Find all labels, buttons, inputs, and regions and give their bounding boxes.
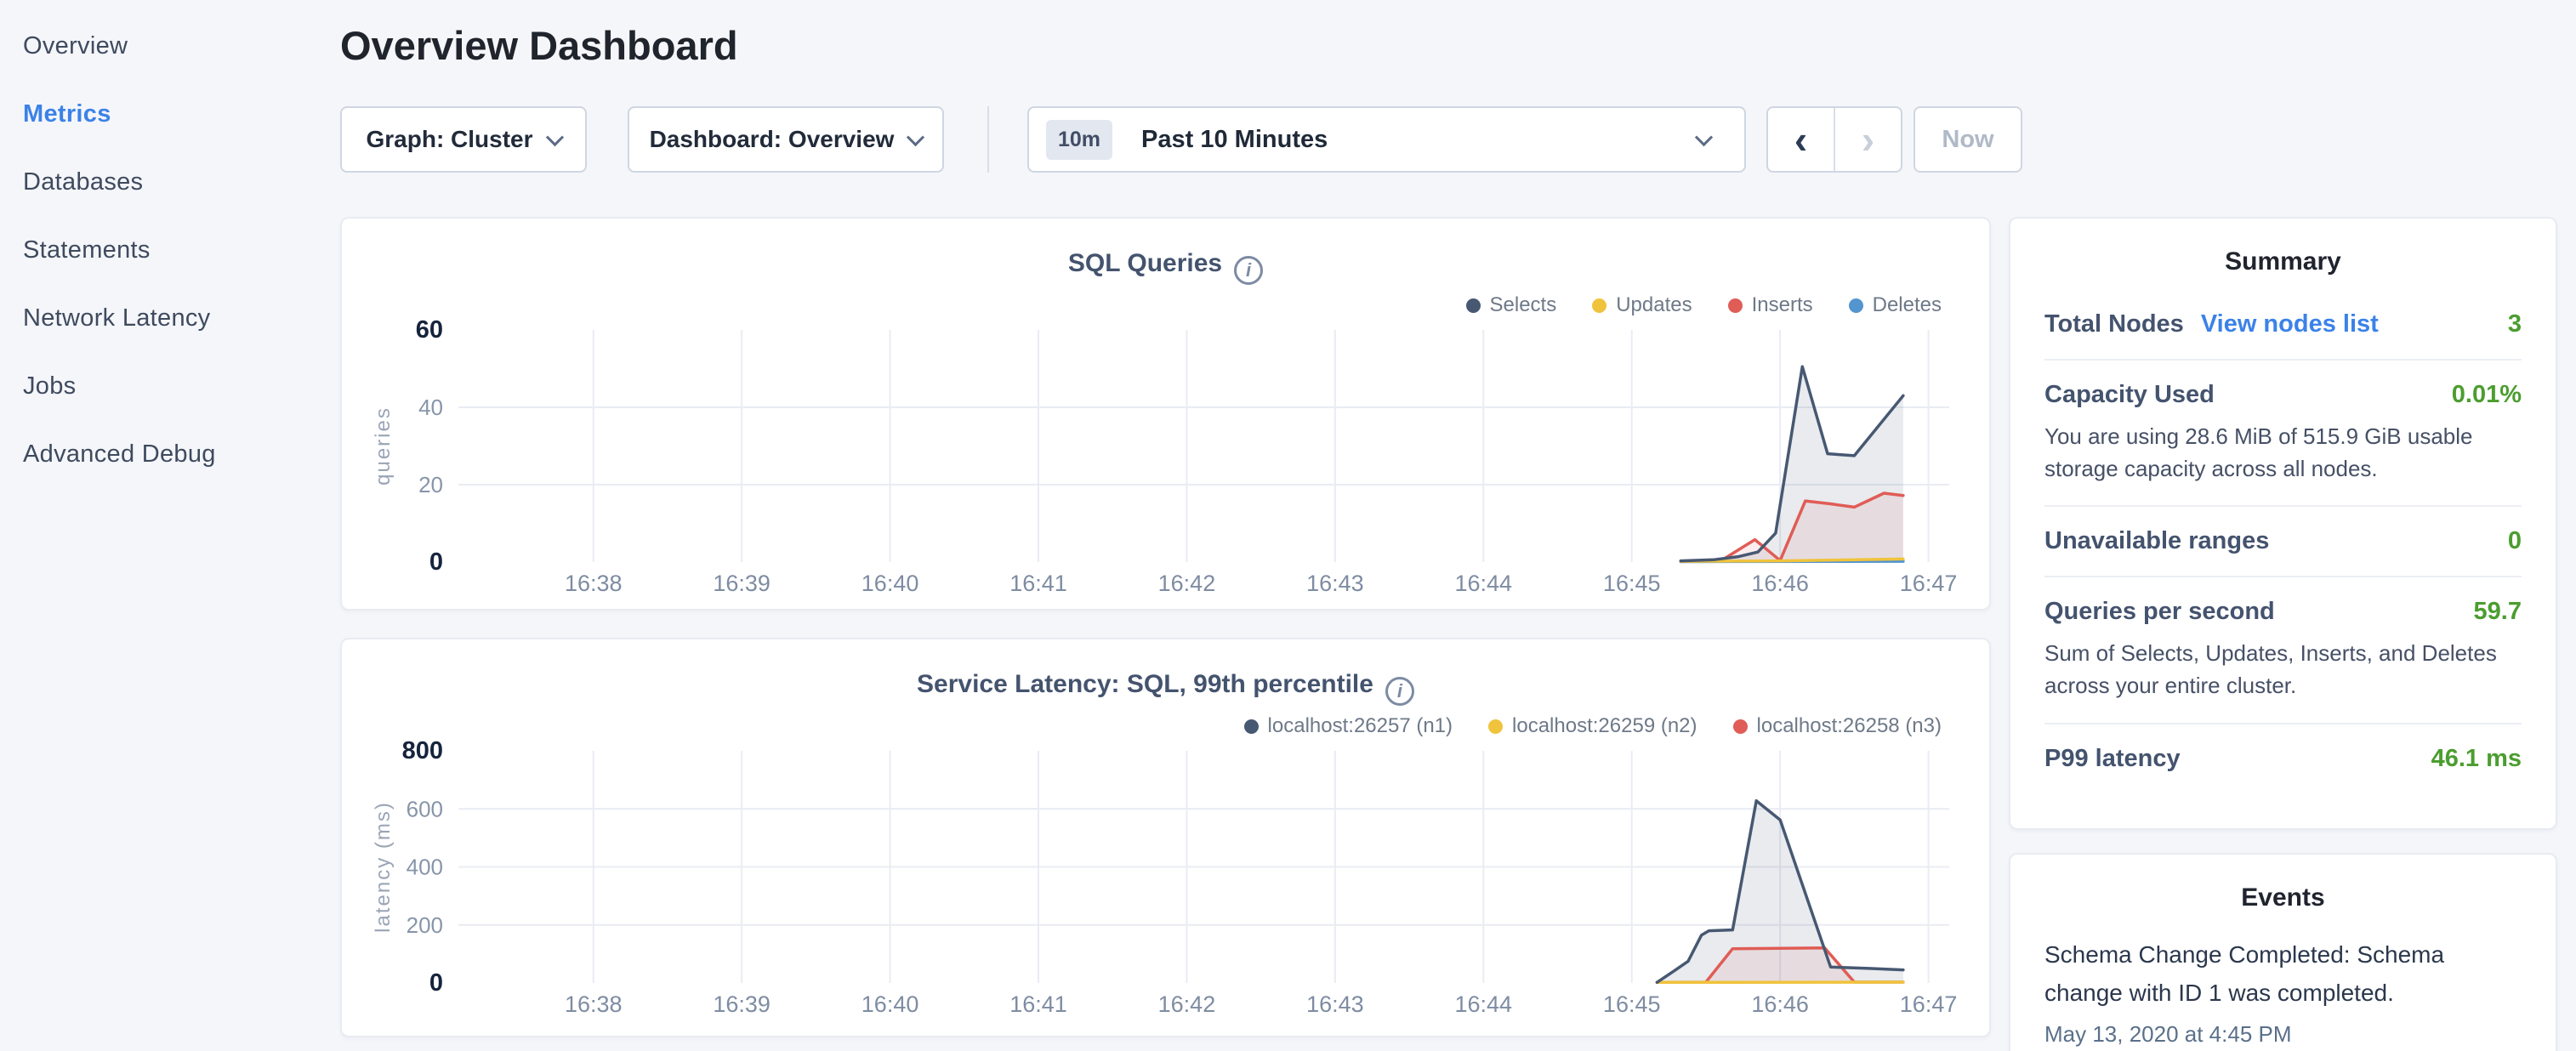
svg-text:16:44: 16:44 [1455, 571, 1513, 596]
svg-text:0: 0 [429, 548, 443, 576]
summary-value: 0.01% [2452, 381, 2522, 409]
svg-text:16:42: 16:42 [1158, 571, 1216, 596]
sidebar-item-advanced-debug[interactable]: Advanced Debug [0, 420, 340, 488]
events-body: Schema Change Completed: Schema change w… [2010, 936, 2556, 1048]
summary-value: 0 [2508, 527, 2522, 555]
svg-text:16:42: 16:42 [1158, 991, 1216, 1017]
sidebar-item-statements[interactable]: Statements [0, 216, 340, 284]
summary-description: You are using 28.6 MiB of 515.9 GiB usab… [2044, 421, 2522, 485]
dashboard-dropdown[interactable]: Dashboard: Overview [628, 106, 944, 173]
sql-queries-chart-card: SQL Queriesi Selects Updates Inserts Del… [340, 217, 1991, 611]
summary-title: Summary [2010, 247, 2556, 276]
svg-text:800: 800 [402, 737, 443, 764]
page-title: Overview Dashboard [340, 22, 738, 69]
chevron-down-icon [545, 128, 563, 146]
summary-value: 46.1 ms [2431, 745, 2522, 773]
event-list-item[interactable]: Schema Change Completed: Schema change w… [2044, 936, 2522, 1048]
svg-text:16:47: 16:47 [1900, 571, 1958, 596]
svg-text:16:43: 16:43 [1306, 571, 1364, 596]
summary-label: Total Nodes [2044, 310, 2184, 338]
svg-text:16:41: 16:41 [1009, 991, 1067, 1017]
toolbar-divider [987, 106, 989, 173]
svg-text:16:45: 16:45 [1603, 571, 1661, 596]
svg-text:16:40: 16:40 [862, 571, 919, 596]
time-range-dropdown[interactable]: 10m Past 10 Minutes [1027, 106, 1746, 173]
svg-text:400: 400 [407, 855, 443, 880]
graph-scope-label: Graph: Cluster [366, 126, 532, 153]
sidebar-nav: Overview Metrics Databases Statements Ne… [0, 12, 340, 488]
sidebar-item-databases[interactable]: Databases [0, 148, 340, 216]
now-button[interactable]: Now [1914, 106, 2022, 173]
event-text: Schema Change Completed: Schema change w… [2044, 936, 2522, 1013]
svg-text:16:47: 16:47 [1900, 991, 1958, 1017]
svg-text:16:38: 16:38 [565, 991, 623, 1017]
svg-text:16:46: 16:46 [1751, 571, 1809, 596]
time-window-label: Past 10 Minutes [1141, 126, 1328, 154]
svg-text:200: 200 [407, 912, 443, 938]
sidebar-item-metrics[interactable]: Metrics [0, 80, 340, 148]
summary-body: Total Nodes View nodes list 3 Capacity U… [2010, 290, 2556, 793]
svg-text:16:39: 16:39 [713, 571, 771, 596]
svg-text:16:43: 16:43 [1306, 991, 1364, 1017]
sidebar-item-jobs[interactable]: Jobs [0, 352, 340, 420]
admin-console: Overview Metrics Databases Statements Ne… [0, 0, 2576, 1051]
svg-text:20: 20 [418, 472, 443, 497]
svg-text:16:41: 16:41 [1009, 571, 1067, 596]
view-nodes-list-link[interactable]: View nodes list [2201, 310, 2379, 338]
svg-text:queries: queries [372, 406, 395, 486]
summary-description: Sum of Selects, Updates, Inserts, and De… [2044, 638, 2522, 702]
svg-text:16:46: 16:46 [1751, 991, 1809, 1017]
svg-text:40: 40 [418, 395, 443, 420]
summary-row-queries-per-second: Queries per second 59.7 Sum of Selects, … [2044, 577, 2522, 724]
svg-text:16:38: 16:38 [565, 571, 623, 596]
chevron-down-icon [1695, 128, 1713, 146]
graph-scope-dropdown[interactable]: Graph: Cluster [340, 106, 587, 173]
sidebar-item-network-latency[interactable]: Network Latency [0, 284, 340, 352]
svg-text:16:44: 16:44 [1455, 991, 1513, 1017]
svg-text:600: 600 [407, 796, 443, 821]
sql-queries-plot[interactable]: 16:38 16:39 16:40 16:41 16:42 16:43 16:44 16:45… [342, 219, 1993, 612]
svg-text:60: 60 [416, 316, 443, 344]
next-window-button[interactable]: › [1835, 108, 1901, 171]
svg-text:16:39: 16:39 [713, 991, 771, 1017]
svg-text:latency (ms): latency (ms) [372, 801, 395, 933]
svg-text:16:45: 16:45 [1603, 991, 1661, 1017]
summary-row-unavailable-ranges: Unavailable ranges 0 [2044, 507, 2522, 577]
sidebar-item-overview[interactable]: Overview [0, 12, 340, 80]
summary-row-capacity-used: Capacity Used 0.01% You are using 28.6 M… [2044, 361, 2522, 507]
service-latency-chart-card: Service Latency: SQL, 99th percentilei l… [340, 638, 1991, 1037]
events-panel: Events Schema Change Completed: Schema c… [2009, 853, 2557, 1051]
summary-label: Capacity Used [2044, 381, 2215, 409]
svg-text:16:40: 16:40 [862, 991, 919, 1017]
time-window-badge: 10m [1046, 120, 1112, 160]
chevron-down-icon [907, 128, 924, 146]
summary-value: 59.7 [2474, 598, 2522, 626]
summary-label: P99 latency [2044, 745, 2181, 773]
summary-label: Queries per second [2044, 598, 2275, 626]
event-timestamp: May 13, 2020 at 4:45 PM [2044, 1021, 2522, 1048]
dashboard-label: Dashboard: Overview [650, 126, 895, 153]
time-step-buttons: ‹ › [1766, 106, 1902, 173]
svg-text:0: 0 [429, 969, 443, 997]
previous-window-button[interactable]: ‹ [1768, 108, 1835, 171]
summary-value: 3 [2508, 310, 2522, 338]
service-latency-plot[interactable]: 16:38 16:39 16:40 16:41 16:42 16:43 16:44 16:45… [342, 639, 1993, 1033]
summary-panel: Summary Total Nodes View nodes list 3 Ca… [2009, 217, 2557, 830]
summary-label: Unavailable ranges [2044, 527, 2269, 555]
summary-row-p99-latency: P99 latency 46.1 ms [2044, 724, 2522, 793]
events-title: Events [2010, 883, 2556, 912]
summary-row-total-nodes: Total Nodes View nodes list 3 [2044, 290, 2522, 361]
